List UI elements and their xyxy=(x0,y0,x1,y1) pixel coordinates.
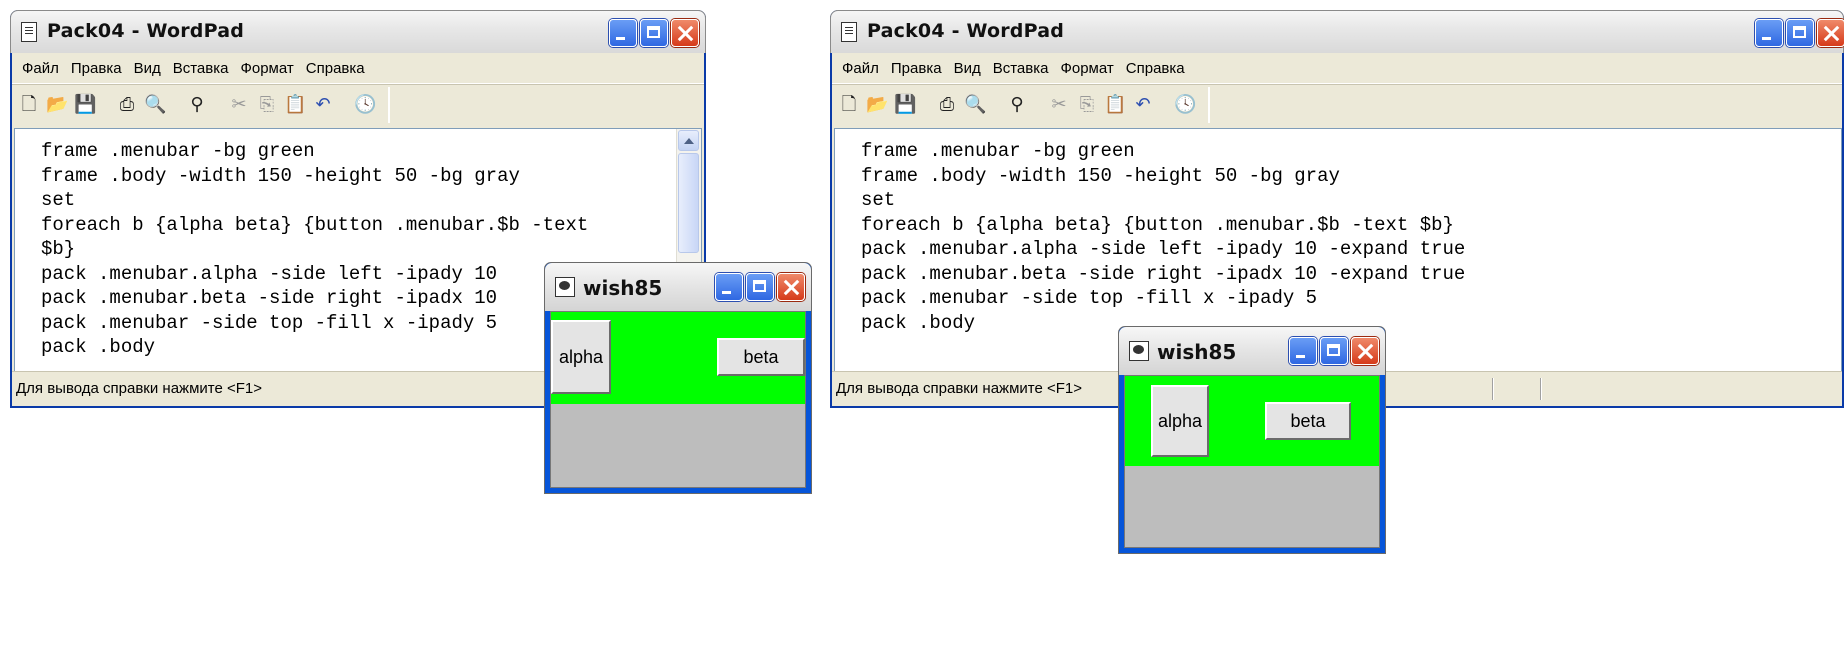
code-line: foreach b {alpha beta} {button .menubar.… xyxy=(41,213,589,236)
wish-title: wish85 xyxy=(1157,340,1237,364)
print-preview-icon[interactable]: 🔍 xyxy=(964,94,986,116)
menu-view[interactable]: Вид xyxy=(948,60,987,77)
undo-icon[interactable]: ↶ xyxy=(1132,94,1154,116)
maximize-button[interactable] xyxy=(1320,337,1348,365)
code-line: frame .menubar -bg green xyxy=(41,140,315,162)
status-text: Для вывода справки нажмите <F1> xyxy=(836,380,1082,397)
wordpad-app-icon xyxy=(21,22,37,42)
cut-icon[interactable]: ✂ xyxy=(1048,94,1070,116)
save-icon[interactable]: 💾 xyxy=(74,94,96,116)
maximize-button[interactable] xyxy=(746,273,774,301)
date-time-icon[interactable]: 🕓 xyxy=(1174,94,1196,116)
wish-title-bar[interactable]: wish85 xyxy=(1119,327,1385,375)
status-text: Для вывода справки нажмите <F1> xyxy=(16,380,262,397)
wish-title-bar[interactable]: wish85 xyxy=(545,263,811,311)
tk-body-frame: alpha beta xyxy=(550,311,806,488)
cut-icon[interactable]: ✂ xyxy=(228,94,250,116)
title-bar[interactable]: Pack04 - WordPad xyxy=(830,10,1844,53)
code-line: foreach b {alpha beta} {button .menubar.… xyxy=(861,213,1454,236)
maximize-button[interactable] xyxy=(640,19,668,47)
paste-icon[interactable]: 📋 xyxy=(1104,94,1126,116)
alpha-button[interactable]: alpha xyxy=(1151,385,1209,457)
status-divider xyxy=(1492,378,1494,400)
code-line: $b} xyxy=(41,238,76,260)
print-icon[interactable]: ⎙ xyxy=(116,94,138,116)
close-button[interactable] xyxy=(1351,337,1379,365)
minimize-button[interactable] xyxy=(1755,19,1783,47)
scroll-thumb[interactable] xyxy=(678,153,699,253)
menu-help[interactable]: Справка xyxy=(1120,60,1191,77)
close-button[interactable] xyxy=(777,273,805,301)
open-icon[interactable]: 📂 xyxy=(866,94,888,116)
toolbar: 🗋 📂 💾 ⎙ 🔍 ⚲ ✂ ⎘ 📋 ↶ 🕓 xyxy=(832,84,1842,127)
beta-button[interactable]: beta xyxy=(1265,402,1351,440)
maximize-button[interactable] xyxy=(1786,19,1814,47)
code-line: pack .body xyxy=(41,336,156,358)
copy-icon[interactable]: ⎘ xyxy=(256,94,278,116)
close-button[interactable] xyxy=(671,19,699,47)
menu-help[interactable]: Справка xyxy=(300,60,371,77)
new-document-icon[interactable]: 🗋 xyxy=(18,94,40,116)
code-line: frame .body -width 150 -height 50 -bg gr… xyxy=(861,164,1340,187)
tk-menubar-frame: alpha beta xyxy=(551,312,805,404)
menu-file[interactable]: Файл xyxy=(16,60,65,77)
menu-edit[interactable]: Правка xyxy=(65,60,128,77)
code-line: pack .menubar.beta -side right -ipadx 10 xyxy=(41,287,498,309)
document-text: frame .menubar -bg green frame .body -wi… xyxy=(861,139,1465,335)
window-title: Pack04 - WordPad xyxy=(47,20,245,42)
print-preview-icon[interactable]: 🔍 xyxy=(144,94,166,116)
menu-insert[interactable]: Вставка xyxy=(987,60,1055,77)
status-divider xyxy=(1540,378,1542,400)
window-title: Pack04 - WordPad xyxy=(867,20,1065,42)
code-line: pack .menubar -side top -fill x -ipady 5 xyxy=(861,287,1318,309)
print-icon[interactable]: ⎙ xyxy=(936,94,958,116)
code-line: set xyxy=(861,189,896,211)
minimize-button[interactable] xyxy=(609,19,637,47)
tk-menubar-frame: alpha beta xyxy=(1125,376,1379,466)
new-document-icon[interactable]: 🗋 xyxy=(838,94,860,116)
tk-feather-icon xyxy=(555,277,575,297)
find-icon[interactable]: ⚲ xyxy=(1006,94,1028,116)
find-icon[interactable]: ⚲ xyxy=(186,94,208,116)
menu-format[interactable]: Формат xyxy=(1054,60,1119,77)
tk-body-frame: alpha beta xyxy=(1124,375,1380,548)
code-line: frame .body -width 150 -height 50 -bg gr… xyxy=(41,164,520,187)
menu-view[interactable]: Вид xyxy=(128,60,167,77)
code-line: pack .body xyxy=(861,311,976,334)
wordpad-app-icon xyxy=(841,22,857,42)
code-line: pack .menubar -side top -fill x -ipady 5 xyxy=(41,311,498,334)
menu-format[interactable]: Формат xyxy=(234,60,299,77)
wish85-window-left: wish85 alpha beta xyxy=(544,262,812,494)
document-text: frame .menubar -bg green frame .body -wi… xyxy=(41,139,588,360)
open-icon[interactable]: 📂 xyxy=(46,94,68,116)
menu-bar: Файл Правка Вид Вставка Формат Справка xyxy=(12,53,704,84)
menu-bar: Файл Правка Вид Вставка Формат Справка xyxy=(832,53,1842,84)
undo-icon[interactable]: ↶ xyxy=(312,94,334,116)
code-line: pack .menubar.alpha -side left -ipady 10… xyxy=(861,238,1466,260)
date-time-icon[interactable]: 🕓 xyxy=(354,94,376,116)
tk-feather-icon xyxy=(1129,341,1149,361)
code-line: frame .menubar -bg green xyxy=(861,140,1135,162)
save-icon[interactable]: 💾 xyxy=(894,94,916,116)
minimize-button[interactable] xyxy=(1289,337,1317,365)
alpha-button[interactable]: alpha xyxy=(551,320,611,394)
menu-insert[interactable]: Вставка xyxy=(167,60,235,77)
code-line: pack .menubar.alpha -side left -ipady 10 xyxy=(41,262,498,285)
wish-title: wish85 xyxy=(583,276,663,300)
minimize-button[interactable] xyxy=(715,273,743,301)
copy-icon[interactable]: ⎘ xyxy=(1076,94,1098,116)
close-button[interactable] xyxy=(1817,19,1844,47)
code-line: pack .menubar.beta -side right -ipadx 10… xyxy=(861,262,1466,285)
title-bar[interactable]: Pack04 - WordPad xyxy=(10,10,706,53)
scroll-up-arrow-icon[interactable] xyxy=(678,130,699,151)
menu-edit[interactable]: Правка xyxy=(885,60,948,77)
paste-icon[interactable]: 📋 xyxy=(284,94,306,116)
menu-file[interactable]: Файл xyxy=(836,60,885,77)
code-line: set xyxy=(41,189,76,211)
wish85-window-right: wish85 alpha beta xyxy=(1118,326,1386,554)
beta-button[interactable]: beta xyxy=(717,338,805,376)
toolbar: 🗋 📂 💾 ⎙ 🔍 ⚲ ✂ ⎘ 📋 ↶ 🕓 xyxy=(12,84,704,127)
